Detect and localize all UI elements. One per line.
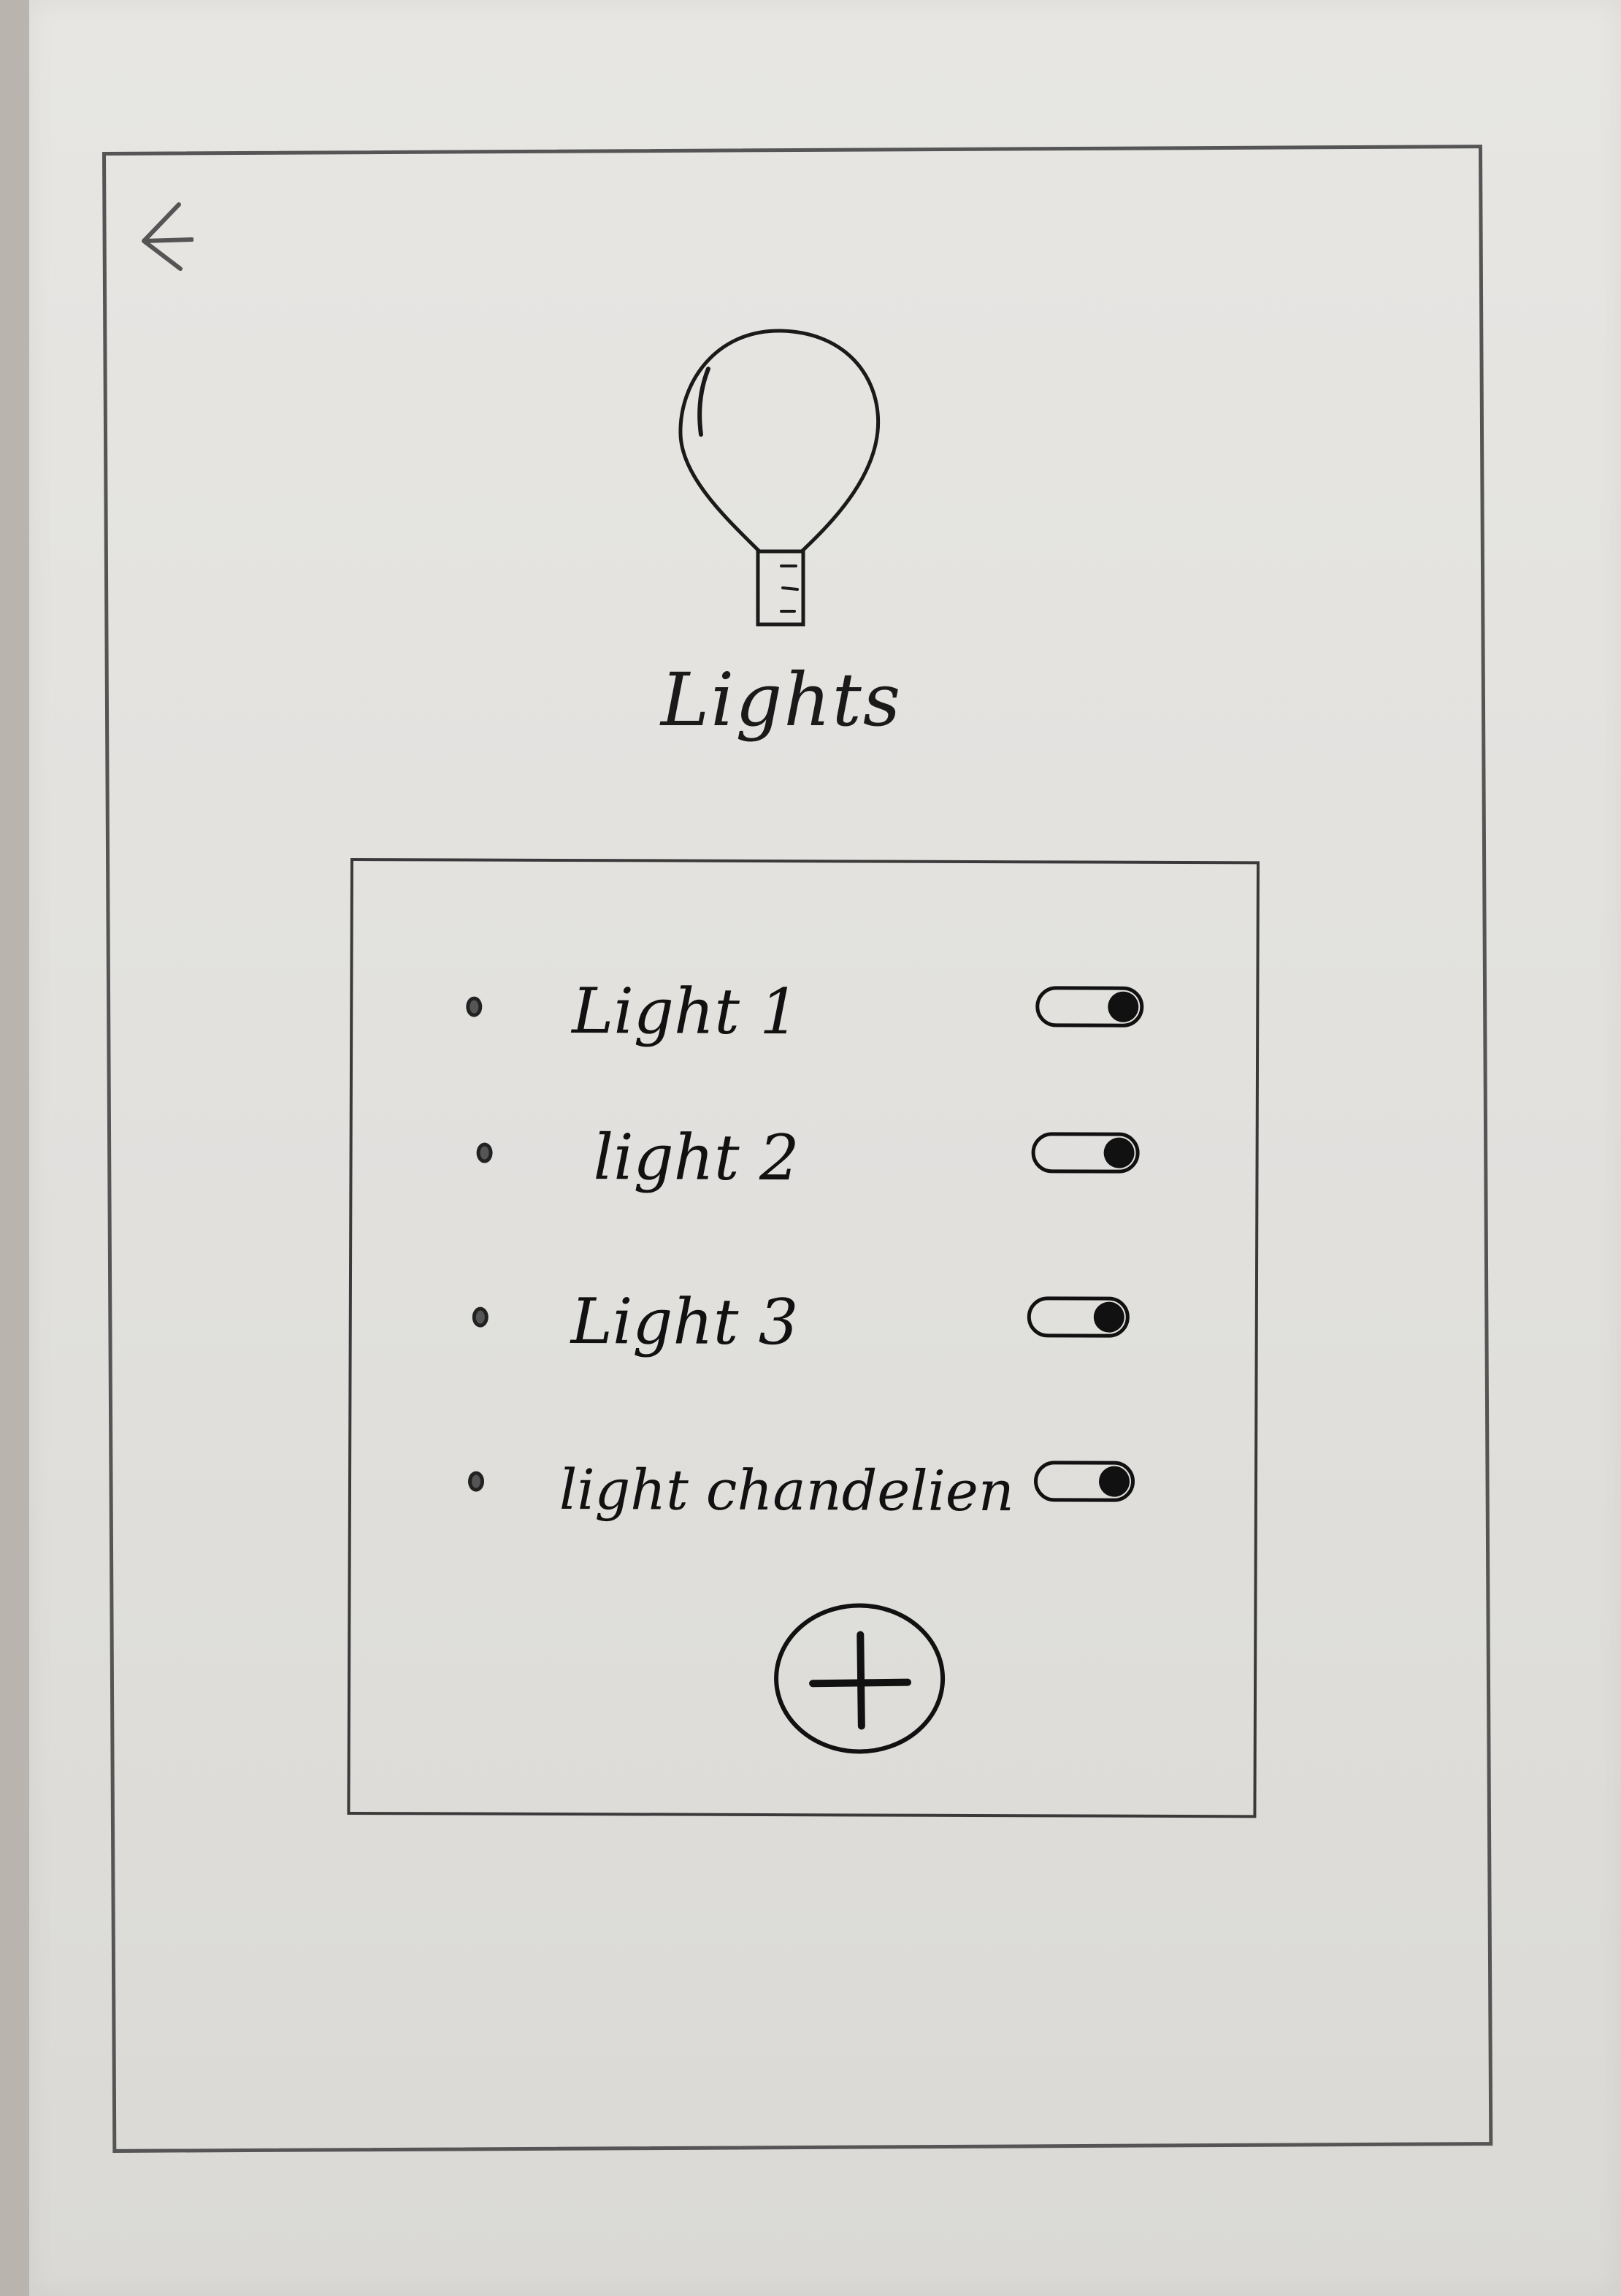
light-toggle[interactable] bbox=[1035, 986, 1144, 1028]
status-dot-icon bbox=[476, 1142, 493, 1163]
status-dot-icon bbox=[472, 1306, 488, 1328]
light-toggle[interactable] bbox=[1027, 1296, 1130, 1338]
back-arrow-icon[interactable] bbox=[135, 196, 193, 283]
light-row: light 2 bbox=[352, 1109, 1255, 1200]
light-label: Light 1 bbox=[572, 975, 800, 1049]
light-row: Light 3 bbox=[352, 1274, 1255, 1364]
toggle-knob bbox=[1108, 991, 1139, 1022]
light-bulb-icon bbox=[678, 329, 881, 627]
page-title: Lights bbox=[660, 657, 903, 743]
light-label: light 2 bbox=[593, 1121, 800, 1195]
plus-icon bbox=[774, 1603, 946, 1754]
status-dot-icon bbox=[466, 996, 483, 1017]
light-label: Light 3 bbox=[570, 1285, 799, 1360]
status-dot-icon bbox=[467, 1471, 485, 1492]
toggle-knob bbox=[1098, 1466, 1130, 1497]
light-row: Light 1 bbox=[353, 963, 1256, 1054]
toggle-knob bbox=[1093, 1301, 1124, 1333]
light-toggle[interactable] bbox=[1033, 1461, 1135, 1502]
light-toggle[interactable] bbox=[1031, 1132, 1140, 1174]
light-row: light chandelien bbox=[351, 1438, 1254, 1528]
light-label: light chandelien bbox=[559, 1457, 1014, 1524]
lights-panel: Light 1 light 2 Light 3 light chandelien bbox=[347, 858, 1260, 1818]
toggle-knob bbox=[1103, 1137, 1135, 1168]
add-light-button[interactable] bbox=[773, 1602, 947, 1756]
